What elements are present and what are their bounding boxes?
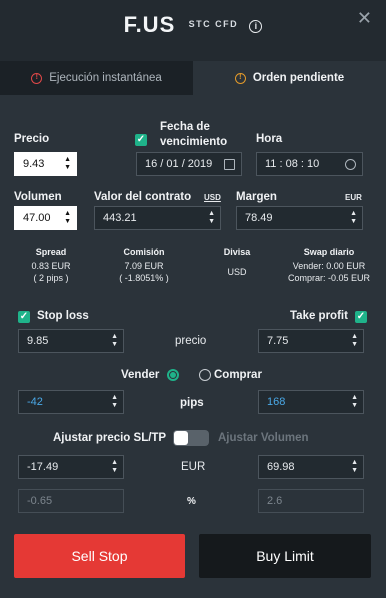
stop-loss-pips-input[interactable]: -42 ▲ ▼ (18, 390, 124, 414)
stop-loss-eur-input[interactable]: -17.49 ▲ ▼ (18, 455, 124, 479)
sell-stop-button[interactable]: Sell Stop (14, 534, 185, 578)
tab-instant-execution[interactable]: ! Ejecución instantánea (0, 61, 193, 95)
adjust-volume-label: Ajustar Volumen (218, 432, 309, 444)
calendar-icon[interactable] (224, 159, 235, 170)
stop-loss-label: Stop loss (37, 310, 89, 322)
stepper-arrows[interactable]: ▲ ▼ (351, 333, 358, 349)
contract-currency-link[interactable]: USD (204, 193, 221, 202)
stepper-arrows[interactable]: ▲ ▼ (350, 210, 357, 226)
close-icon[interactable]: ✕ (357, 8, 372, 29)
contract-value-label: Valor del contrato (94, 191, 192, 203)
take-profit-label: Take profit (290, 310, 348, 322)
stepper-arrows[interactable]: ▲ ▼ (111, 459, 118, 475)
expiry-checkbox[interactable]: ✓ (135, 134, 147, 146)
stepper-arrows[interactable]: ▲ ▼ (64, 156, 71, 172)
stepper-arrows[interactable]: ▲ ▼ (111, 394, 118, 410)
stepper-arrows[interactable]: ▲ ▼ (351, 459, 358, 475)
margin-input[interactable]: 78.49 ▲ ▼ (236, 206, 363, 230)
stepper-arrows[interactable]: ▲ ▼ (111, 333, 118, 349)
alert-icon: ! (234, 72, 246, 84)
order-type-tabs: ! Ejecución instantánea ! Orden pendient… (0, 61, 386, 95)
spread-info: Spread 0.83 EUR ( 2 pips ) (31, 247, 71, 283)
sell-radio[interactable] (167, 369, 179, 381)
adjust-toggle[interactable] (173, 430, 209, 446)
margin-currency: EUR (345, 193, 362, 202)
buy-radio-label: Comprar (214, 369, 262, 381)
price-label: Precio (14, 133, 50, 145)
symbol-subtitle: STC CFD (188, 19, 239, 29)
expiry-label: Fecha de vencimiento (160, 121, 228, 148)
alert-icon: ! (31, 72, 43, 84)
take-profit-percent-field: 2.6 (258, 489, 364, 513)
buy-limit-button[interactable]: Buy Limit (199, 534, 371, 578)
price-input[interactable]: 9.43 ▲ ▼ (14, 152, 77, 176)
pips-row-label: pips (180, 397, 204, 409)
clock-icon[interactable] (345, 159, 356, 170)
take-profit-price-input[interactable]: 7.75 ▲ ▼ (258, 329, 364, 353)
stop-loss-percent-field: -0.65 (18, 489, 124, 513)
take-profit-checkbox[interactable]: ✓ (355, 311, 367, 323)
time-field[interactable]: 11 : 08 : 10 (256, 152, 363, 176)
info-icon[interactable]: i (249, 20, 263, 33)
tab-label: Ejecución instantánea (49, 72, 162, 84)
stop-loss-checkbox[interactable]: ✓ (18, 311, 30, 323)
time-label: Hora (256, 133, 283, 145)
stepper-arrows[interactable]: ▲ ▼ (208, 210, 215, 226)
volume-label: Volumen (14, 191, 62, 203)
expiry-date-field[interactable]: 16 / 01 / 2019 (136, 152, 242, 176)
stop-loss-price-input[interactable]: 9.85 ▲ ▼ (18, 329, 124, 353)
commission-info: Comisión 7.09 EUR ( -1.8051% ) (119, 247, 169, 283)
dialog-title: F.US STC CFD i (0, 12, 386, 38)
price-row-label: precio (175, 335, 207, 347)
stepper-arrows[interactable]: ▲ ▼ (64, 210, 71, 226)
symbol-name: F.US (123, 12, 176, 37)
tab-label: Orden pendiente (252, 72, 345, 84)
volume-input[interactable]: 47.00 ▲ ▼ (14, 206, 77, 230)
take-profit-pips-input[interactable]: 168 ▲ ▼ (258, 390, 364, 414)
buy-radio[interactable] (199, 369, 211, 381)
stepper-arrows[interactable]: ▲ ▼ (351, 394, 358, 410)
percent-row-label: % (187, 496, 196, 507)
currency-info: Divisa USD (223, 247, 251, 277)
take-profit-eur-input[interactable]: 69.98 ▲ ▼ (258, 455, 364, 479)
tab-pending-order[interactable]: ! Orden pendiente (193, 61, 386, 95)
swap-info: Swap diario Vender: 0.00 EUR Comprar: -0… (287, 247, 371, 283)
eur-row-label: EUR (181, 461, 206, 473)
sell-radio-label: Vender (121, 369, 160, 381)
adjust-sltp-label: Ajustar precio SL/TP (53, 432, 167, 444)
margin-label: Margen (236, 191, 277, 203)
contract-value-input[interactable]: 443.21 ▲ ▼ (94, 206, 221, 230)
